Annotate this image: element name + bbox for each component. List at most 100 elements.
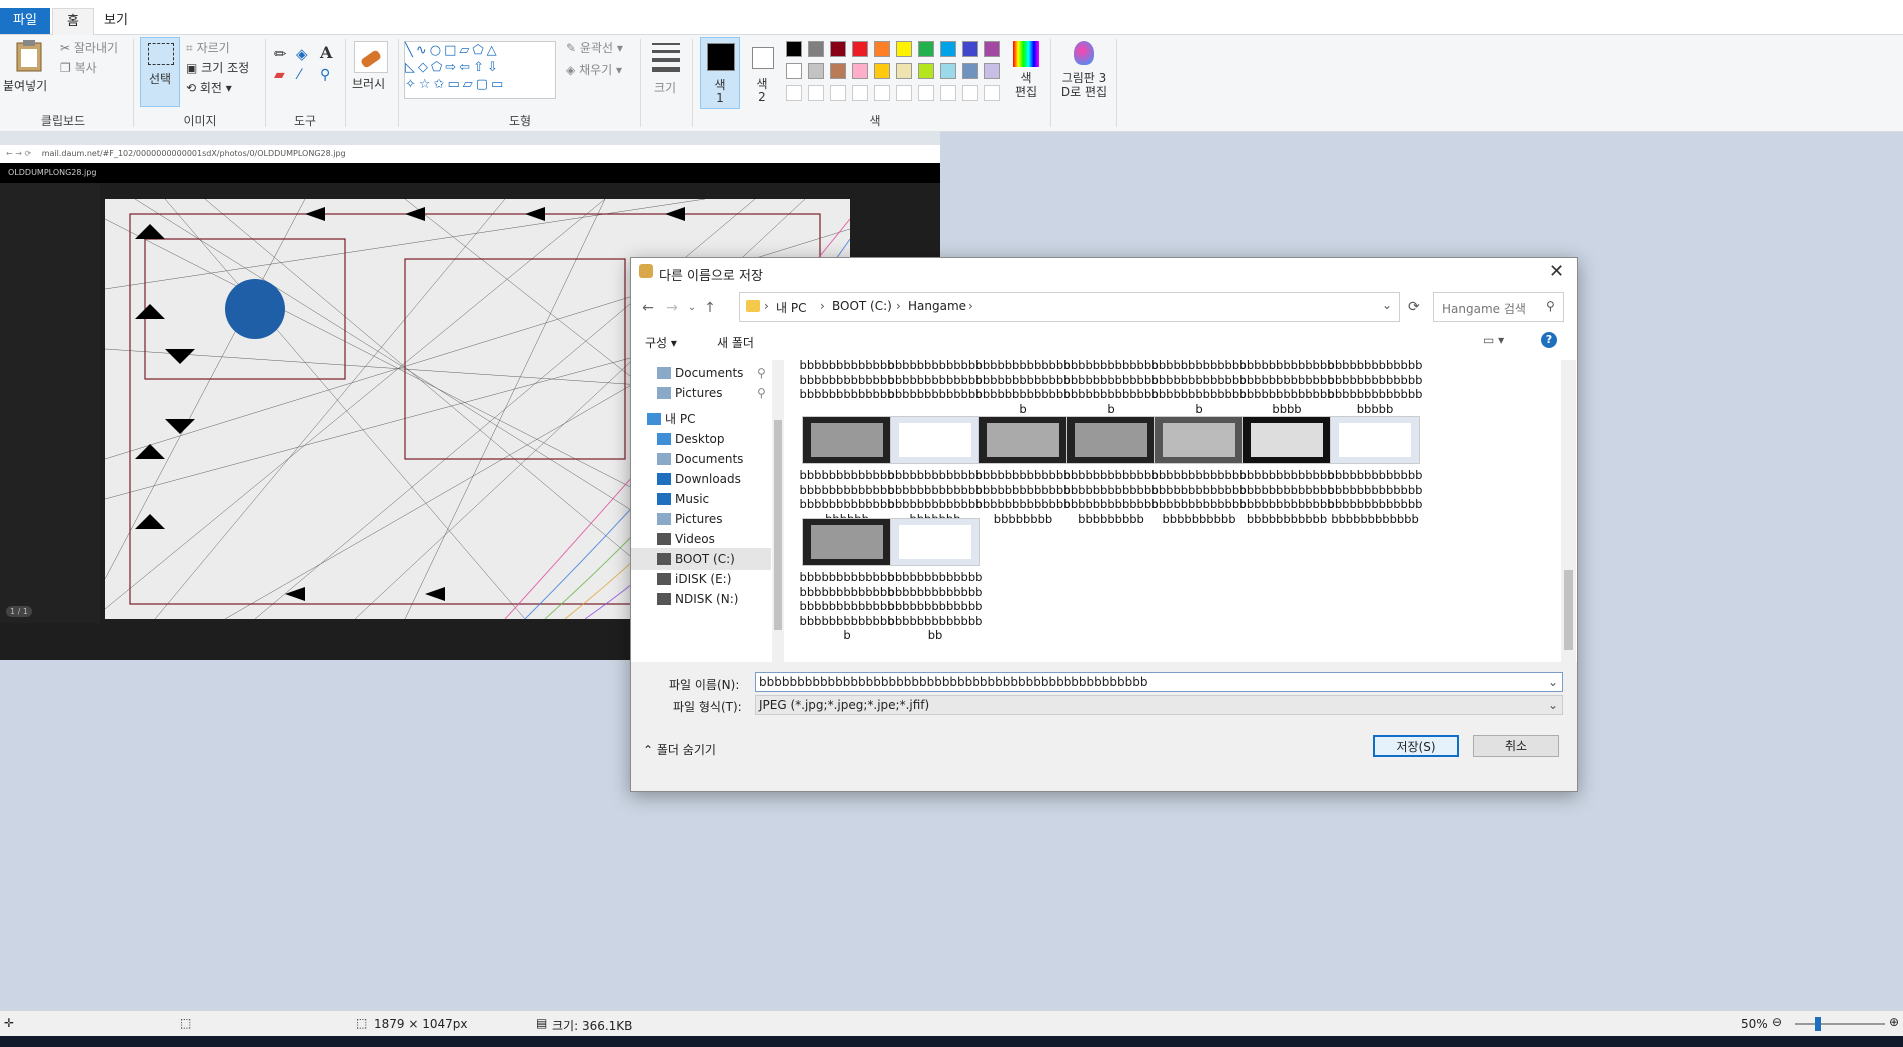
custom-color-slot[interactable] (874, 85, 890, 101)
nav-item[interactable]: Downloads (631, 468, 771, 490)
zoom-slider-thumb[interactable] (1815, 1017, 1821, 1031)
file-item[interactable]: bbbbbbbbbbbbbbbbbbbbbbbbbbbbbbbbbbbbbbbb… (799, 518, 895, 642)
forward-arrow-icon[interactable]: → (663, 299, 681, 317)
new-folder-button[interactable]: 새 폴더 (717, 334, 754, 351)
file-item[interactable]: bbbbbbbbbbbbbbbbbbbbbbbbbbbbbbbbbbbbbbbb… (1063, 416, 1159, 526)
palette-swatch[interactable] (940, 63, 956, 79)
palette-swatch[interactable] (962, 63, 978, 79)
file-item[interactable]: bbbbbbbbbbbbbbbbbbbbbbbbbbbbbbbbbbbbbbbb… (1239, 416, 1335, 526)
nav-item[interactable]: NDISK (N:) (631, 588, 771, 610)
filename-input[interactable]: bbbbbbbbbbbbbbbbbbbbbbbbbbbbbbbbbbbbbbbb… (755, 672, 1563, 692)
nav-item[interactable]: 내 PC (631, 408, 771, 430)
shapes-gallery[interactable]: ╲∿○□▱⬠△ ◺◇⬠⇨⇦⇧⇩ ✧☆✩▭▱▢▭ (404, 41, 556, 99)
rotate-button[interactable]: ⟲ 회전 ▾ (186, 79, 232, 96)
palette-swatch[interactable] (852, 41, 868, 57)
fill-button[interactable]: ◈ 채우기 ▾ (566, 61, 622, 78)
color1-button[interactable]: 색 1 (700, 37, 740, 109)
copy-button[interactable]: ❐ 복사 (60, 59, 97, 76)
nav-scrollbar[interactable] (772, 360, 784, 662)
palette-swatch[interactable] (984, 41, 1000, 57)
custom-color-slot[interactable] (786, 85, 802, 101)
nav-item[interactable]: Documents (631, 448, 771, 470)
custom-color-slot[interactable] (940, 85, 956, 101)
hide-folders-button[interactable]: ⌃ 폴더 숨기기 (643, 741, 716, 758)
file-item-name[interactable]: bbbbbbbbbbbbbbbbbbbbbbbbbbbbbbbbbbbbbbb (887, 360, 983, 402)
custom-color-slot[interactable] (808, 85, 824, 101)
file-item-name[interactable]: bbbbbbbbbbbbbbbbbbbbbbbbbbbbbbbbbbbbbbb (799, 360, 895, 402)
custom-color-slot[interactable] (830, 85, 846, 101)
cut-button[interactable]: ✂ 잘라내기 (60, 39, 118, 56)
file-item[interactable]: bbbbbbbbbbbbbbbbbbbbbbbbbbbbbbbbbbbbbbbb… (887, 518, 983, 642)
palette-swatch[interactable] (786, 63, 802, 79)
file-item[interactable]: bbbbbbbbbbbbbbbbbbbbbbbbbbbbbbbbbbbbbbbb… (1151, 416, 1247, 526)
nav-item[interactable]: iDISK (E:) (631, 568, 771, 590)
organize-button[interactable]: 구성 ▾ (645, 334, 677, 351)
zoom-in-icon[interactable]: ⊕ (1889, 1015, 1899, 1029)
file-item[interactable]: bbbbbbbbbbbbbbbbbbbbbbbbbbbbbbbbbbbbbbbb… (887, 416, 983, 526)
custom-color-slot[interactable] (918, 85, 934, 101)
help-icon[interactable]: ? (1541, 332, 1557, 348)
address-bar[interactable]: › 내 PC › BOOT (C:) › Hangame › ⌄ (739, 292, 1400, 322)
files-scrollbar[interactable] (1561, 360, 1576, 662)
palette-swatch[interactable] (984, 63, 1000, 79)
palette-swatch[interactable] (786, 41, 802, 57)
palette-swatch[interactable] (962, 41, 978, 57)
nav-item[interactable]: Videos (631, 528, 771, 550)
color-picker-icon[interactable]: ⁄ (298, 67, 300, 83)
custom-color-slot[interactable] (984, 85, 1000, 101)
tab-file[interactable]: 파일 (0, 8, 50, 34)
file-item-name[interactable]: bbbbbbbbbbbbbbbbbbbbbbbbbbbbbbbbbbbbbbbb (1151, 360, 1247, 416)
filename-dropdown-icon[interactable]: ⌄ (1548, 673, 1558, 691)
custom-color-slot[interactable] (852, 85, 868, 101)
palette-swatch[interactable] (896, 41, 912, 57)
view-options-icon[interactable]: ▭ ▾ (1483, 333, 1504, 347)
nav-item[interactable]: BOOT (C:) (631, 548, 771, 570)
file-item[interactable]: bbbbbbbbbbbbbbbbbbbbbbbbbbbbbbbbbbbbbbbb… (1327, 416, 1423, 526)
chevron-down-icon[interactable]: ⌄ (1382, 298, 1392, 312)
fill-icon[interactable]: ◈ (296, 45, 308, 63)
paint3d-button[interactable]: 그림판 3 D로 편집 (1056, 37, 1112, 107)
file-item-name[interactable]: bbbbbbbbbbbbbbbbbbbbbbbbbbbbbbbbbbbbbbbb… (1239, 360, 1335, 416)
file-item-name[interactable]: bbbbbbbbbbbbbbbbbbbbbbbbbbbbbbbbbbbbbbbb (1063, 360, 1159, 416)
palette-swatch[interactable] (830, 63, 846, 79)
paste-button[interactable]: 붙여넣기 (3, 37, 48, 107)
pencil-icon[interactable]: ✏ (274, 45, 287, 63)
file-item-name[interactable]: bbbbbbbbbbbbbbbbbbbbbbbbbbbbbbbbbbbbbbbb (975, 360, 1071, 416)
nav-item[interactable]: Music (631, 488, 771, 510)
select-button[interactable]: 선택 (140, 37, 180, 107)
palette-swatch[interactable] (874, 41, 890, 57)
palette-swatch[interactable] (896, 63, 912, 79)
nav-item[interactable]: Pictures ⚲ (631, 382, 771, 404)
edit-colors-button[interactable]: 색 편집 (1008, 37, 1044, 107)
outline-button[interactable]: ✎ 윤곽선 ▾ (566, 39, 623, 56)
palette-swatch[interactable] (852, 63, 868, 79)
resize-button[interactable]: ▣ 크기 조정 (186, 59, 249, 76)
custom-color-slot[interactable] (896, 85, 912, 101)
zoom-slider[interactable] (1795, 1017, 1885, 1031)
file-item[interactable]: bbbbbbbbbbbbbbbbbbbbbbbbbbbbbbbbbbbbbbbb… (975, 416, 1071, 526)
search-input[interactable]: Hangame 검색 ⚲ (1433, 292, 1564, 322)
breadcrumb-boot[interactable]: BOOT (C:) (832, 299, 892, 313)
nav-item[interactable]: Pictures (631, 508, 771, 530)
size-button[interactable]: 크기 (648, 39, 684, 105)
palette-swatch[interactable] (874, 63, 890, 79)
palette-swatch[interactable] (830, 41, 846, 57)
breadcrumb-mypc[interactable]: 내 PC (776, 299, 806, 316)
back-arrow-icon[interactable]: ← (639, 299, 657, 317)
up-arrow-icon[interactable]: ↑ (701, 299, 719, 317)
save-button[interactable]: 저장(S) (1373, 735, 1459, 757)
eraser-icon[interactable]: ▰ (274, 67, 285, 83)
palette-swatch[interactable] (808, 63, 824, 79)
palette-swatch[interactable] (940, 41, 956, 57)
refresh-icon[interactable]: ⟳ (1408, 299, 1420, 315)
brushes-button[interactable]: 브러시 (350, 37, 390, 107)
tab-view[interactable]: 보기 (96, 8, 136, 34)
cancel-button[interactable]: 취소 (1473, 735, 1559, 757)
recent-chevron-icon[interactable]: ⌄ (683, 299, 701, 317)
palette-swatch[interactable] (918, 41, 934, 57)
zoom-out-icon[interactable]: ⊖ (1772, 1015, 1782, 1029)
palette-swatch[interactable] (918, 63, 934, 79)
tab-home[interactable]: 홈 (52, 8, 94, 35)
close-icon[interactable]: ✕ (1549, 261, 1564, 282)
breadcrumb-hangame[interactable]: Hangame (908, 299, 966, 313)
